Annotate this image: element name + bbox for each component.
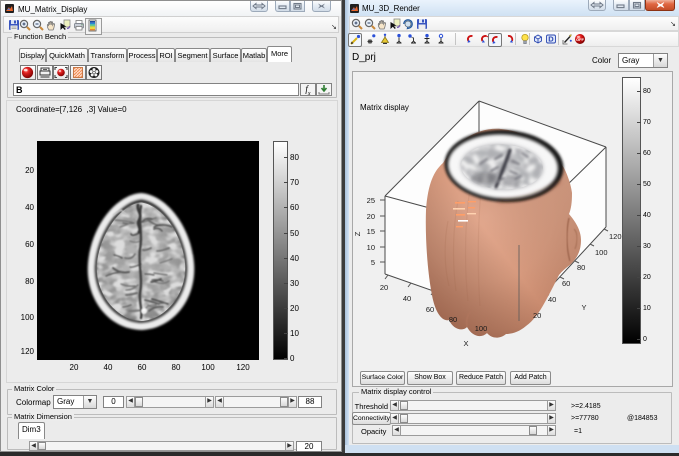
- svg-text:X: X: [463, 339, 468, 348]
- svg-text:25: 25: [367, 196, 375, 205]
- svg-text:60: 60: [426, 305, 434, 314]
- svg-text:20: 20: [367, 212, 375, 221]
- svg-text:100: 100: [595, 248, 608, 257]
- svg-text:10: 10: [367, 243, 375, 252]
- svg-text:5: 5: [371, 258, 375, 267]
- svg-text:15: 15: [367, 227, 375, 236]
- svg-text:20: 20: [380, 283, 388, 292]
- svg-text:20: 20: [533, 311, 541, 320]
- svg-text:80: 80: [449, 315, 457, 324]
- svg-text:Y: Y: [581, 303, 586, 312]
- svg-text:40: 40: [548, 295, 556, 304]
- svg-text:OFF: OFF: [576, 37, 585, 42]
- svg-text:100: 100: [475, 324, 488, 333]
- svg-text:40: 40: [403, 294, 411, 303]
- svg-text:60: 60: [562, 279, 570, 288]
- svg-text:D: D: [548, 35, 554, 44]
- svg-text:80: 80: [577, 263, 585, 272]
- svg-text:Z: Z: [353, 231, 362, 236]
- svg-text:120: 120: [609, 232, 622, 241]
